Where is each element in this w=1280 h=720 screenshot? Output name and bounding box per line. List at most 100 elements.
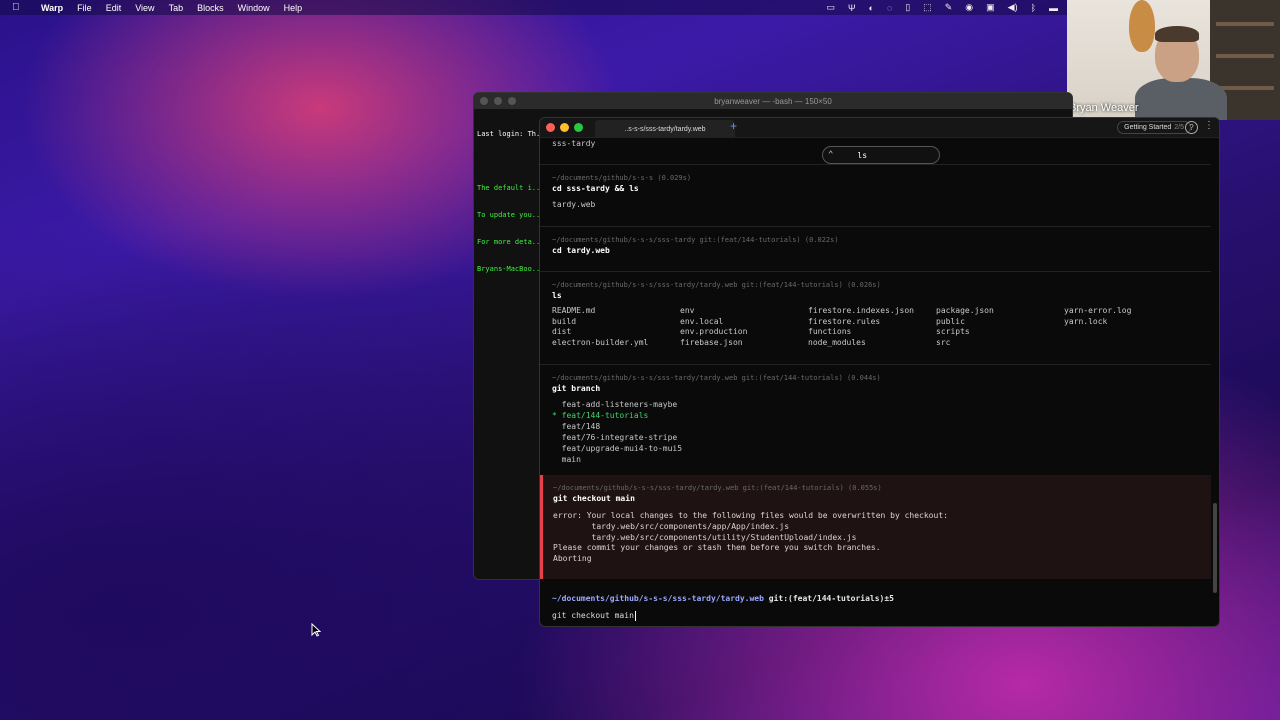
warp-tab[interactable]: ..s-s-s/sss-tardy/tardy.web xyxy=(595,120,735,138)
more-options-icon[interactable]: ⋮ xyxy=(1204,120,1214,131)
screen-share-icon[interactable]: ▭ xyxy=(826,2,835,13)
menu-edit[interactable]: Edit xyxy=(99,3,129,13)
pen-icon[interactable]: ✎ xyxy=(945,2,953,13)
block-meta: ~/documents/github/s-s-s/sss-tardy/tardy… xyxy=(552,374,881,382)
warp-close-button[interactable] xyxy=(546,123,555,132)
ls-file: env xyxy=(680,306,695,315)
ls-file: dist xyxy=(552,327,572,337)
help-icon[interactable]: ? xyxy=(1185,121,1198,134)
error-output: error: Your local changes to the followi… xyxy=(553,511,948,564)
block-meta: ~/documents/github/s-s-s/sss-tardy/tardy… xyxy=(552,281,881,289)
ls-file: node_modules xyxy=(808,337,866,347)
screenshot-icon[interactable]: ⬚ xyxy=(923,2,932,13)
ls-output: README.md env firestore.indexes.json pac… xyxy=(552,306,1211,348)
menu-view[interactable]: View xyxy=(128,3,161,13)
moon-icon[interactable]: ◐ xyxy=(868,3,873,13)
warp-zoom-button[interactable] xyxy=(574,123,583,132)
command-block[interactable]: ~/documents/github/s-s-s (0.029s) cd sss… xyxy=(540,164,1211,210)
ls-file: scripts xyxy=(936,327,970,337)
command-block[interactable]: ~/documents/github/s-s-s/sss-tardy/tardy… xyxy=(540,271,1211,348)
block-command: cd tardy.web xyxy=(552,246,610,255)
ls-file: yarn.lock xyxy=(1064,316,1108,326)
block-command: git branch xyxy=(552,384,601,393)
chevron-up-icon[interactable]: ⌃ xyxy=(828,150,833,160)
error-command-block[interactable]: ~/documents/github/s-s-s/sss-tardy/tardy… xyxy=(540,475,1211,579)
menu-file[interactable]: File xyxy=(70,3,99,13)
ls-file: env.local xyxy=(680,316,724,326)
new-tab-button[interactable]: + xyxy=(730,119,737,133)
warp-window[interactable]: ..s-s-s/sss-tardy/tardy.web + Getting St… xyxy=(539,117,1220,627)
sync-icon[interactable]: ◌ xyxy=(887,3,892,13)
menu-app-name[interactable]: Warp xyxy=(34,3,70,13)
apple-icon[interactable]:  xyxy=(12,2,26,13)
block-command: cd sss-tardy && ls xyxy=(552,184,639,193)
getting-started-button[interactable]: Getting Started 2/5 xyxy=(1117,121,1191,134)
ls-file: public xyxy=(936,316,965,326)
webcam-name-label: Bryan Weaver xyxy=(1069,102,1139,114)
prompt-line: ~/documents/github/s-s-s/sss-tardy/tardy… xyxy=(552,593,1219,605)
prompt-git: git:( xyxy=(768,594,793,603)
ls-file: build xyxy=(552,316,577,326)
prompt-branch: feat/144-tutorials xyxy=(792,594,880,603)
warp-content: sss-tardy ⌃ ls ~/documents/github/s-s-s … xyxy=(540,138,1219,626)
battery-icon[interactable]: ▬ xyxy=(1049,3,1058,13)
block-meta: ~/documents/github/s-s-s (0.029s) xyxy=(552,174,692,182)
branch-item: feat/upgrade-mui4-to-mui5 xyxy=(552,444,683,453)
ls-file: firebase.json xyxy=(680,337,743,347)
warp-minimize-button[interactable] xyxy=(560,123,569,132)
menu-window[interactable]: Window xyxy=(231,3,277,13)
getting-started-progress: 2/5 xyxy=(1174,124,1184,131)
block-command: ls xyxy=(552,291,562,300)
block-meta: ~/documents/github/s-s-s/sss-tardy git:(… xyxy=(552,236,839,244)
bash-titlebar[interactable]: bryanweaver — -bash — 150×50 xyxy=(474,93,1072,109)
bluetooth-icon[interactable]: ᛒ xyxy=(1031,3,1036,13)
ls-file: README.md xyxy=(552,306,596,315)
ls-file: firestore.indexes.json xyxy=(808,306,914,315)
bash-title: bryanweaver — -bash — 150×50 xyxy=(714,96,832,106)
clipboard-icon[interactable]: ▯ xyxy=(905,2,910,13)
scrollbar[interactable] xyxy=(1213,503,1217,593)
input-editor[interactable]: ~/documents/github/s-s-s/sss-tardy/tardy… xyxy=(540,593,1219,622)
status-icons: ▭ Ψ ◐ ◌ ▯ ⬚ ✎ ◉ ▣ ◀) ᛒ ▬ xyxy=(826,0,1058,15)
command-input[interactable]: git checkout main xyxy=(552,610,1219,622)
branch-item: feat-add-listeners-maybe xyxy=(552,400,678,409)
ls-file: firestore.rules xyxy=(808,316,881,326)
ls-file xyxy=(1064,327,1192,338)
menu-tab[interactable]: Tab xyxy=(162,3,191,13)
ls-file: env.production xyxy=(680,327,748,337)
record-icon[interactable]: ◉ xyxy=(965,2,973,13)
getting-started-label: Getting Started xyxy=(1124,124,1172,131)
ls-file: src xyxy=(936,337,951,347)
menu-blocks[interactable]: Blocks xyxy=(190,3,231,13)
branch-item: main xyxy=(552,455,581,464)
history-search-pill[interactable]: ⌃ ls xyxy=(822,146,940,164)
command-input-value: git checkout main xyxy=(552,611,634,620)
menu-help[interactable]: Help xyxy=(277,3,310,13)
branch-item: feat/148 xyxy=(552,422,601,431)
branch-item-current: * feat/144-tutorials xyxy=(552,411,649,420)
ls-file: electron-builder.yml xyxy=(552,337,649,347)
prompt-path: ~/documents/github/s-s-s/sss-tardy/tardy… xyxy=(552,594,764,603)
block-meta: ~/documents/github/s-s-s/sss-tardy/tardy… xyxy=(553,484,882,492)
block-command: git checkout main xyxy=(553,494,635,503)
tab-title: ..s-s-s/sss-tardy/tardy.web xyxy=(624,125,706,133)
block-output: tardy.web xyxy=(552,200,596,209)
display-icon[interactable]: ▣ xyxy=(986,2,995,13)
ls-file: yarn-error.log xyxy=(1064,306,1132,315)
text-cursor xyxy=(634,611,636,621)
history-search-value: ls xyxy=(857,150,868,160)
command-block[interactable]: ~/documents/github/s-s-s/sss-tardy git:(… xyxy=(540,226,1211,257)
warp-titlebar[interactable]: ..s-s-s/sss-tardy/tardy.web + Getting St… xyxy=(540,118,1219,138)
ls-file: functions xyxy=(808,327,852,337)
ls-file xyxy=(1064,338,1192,349)
command-block[interactable]: ~/documents/github/s-s-s/sss-tardy/tardy… xyxy=(540,364,1211,465)
branch-list: feat-add-listeners-maybe * feat/144-tuto… xyxy=(552,399,1211,465)
mouse-pointer-icon xyxy=(311,623,321,637)
webcam-overlay: Bryan Weaver xyxy=(1067,0,1280,120)
person-body xyxy=(1135,78,1227,120)
fork-icon[interactable]: Ψ xyxy=(848,3,856,13)
person-hair xyxy=(1155,26,1199,42)
volume-icon[interactable]: ◀) xyxy=(1008,2,1018,13)
guitar-image xyxy=(1129,0,1155,52)
prompt-suffix: )±5 xyxy=(879,594,894,603)
